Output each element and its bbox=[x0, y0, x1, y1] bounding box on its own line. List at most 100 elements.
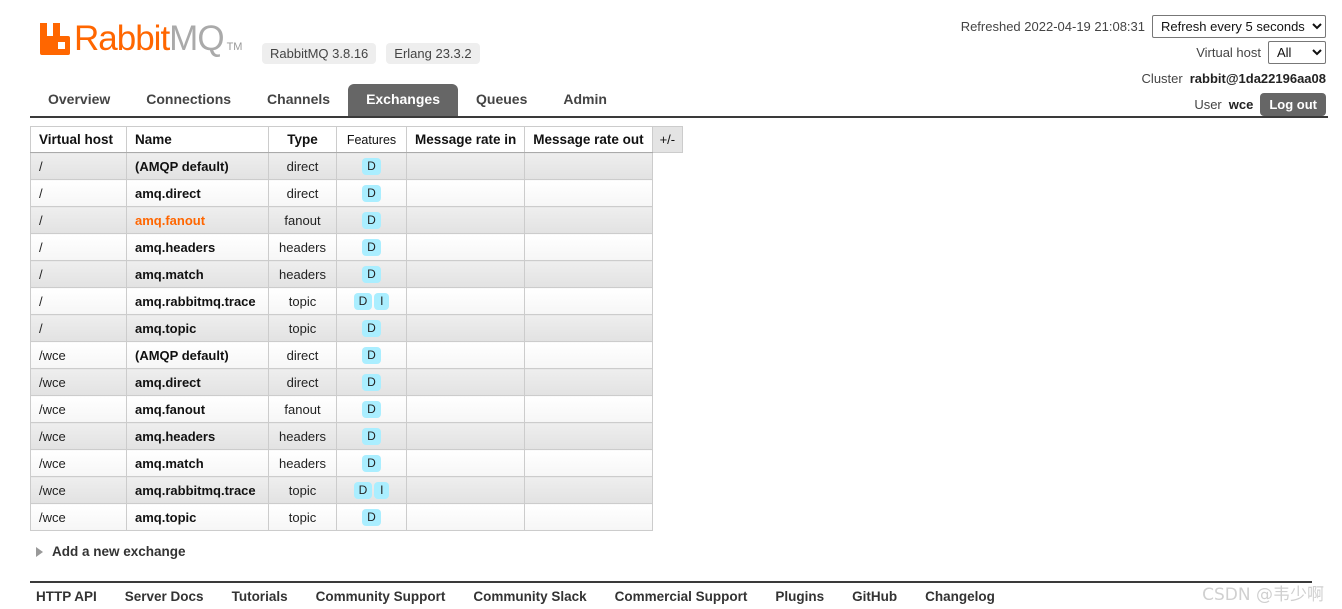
cell-type: headers bbox=[268, 233, 337, 261]
exchange-link[interactable]: (AMQP default) bbox=[135, 348, 229, 363]
cell-message-rate-in bbox=[405, 233, 526, 261]
cell-virtual-host: /wce bbox=[30, 395, 127, 423]
cell-virtual-host: /wce bbox=[30, 368, 127, 396]
table-row[interactable]: / amq.headers headers D bbox=[30, 233, 683, 261]
column-header-message-rate-out[interactable]: Message rate out bbox=[524, 126, 653, 153]
footer-divider bbox=[30, 581, 1312, 583]
footer-link-community-slack[interactable]: Community Slack bbox=[473, 589, 586, 604]
exchange-link[interactable]: amq.fanout bbox=[135, 402, 205, 417]
table-row[interactable]: /wce (AMQP default) direct D bbox=[30, 341, 683, 369]
refreshed-timestamp: Refreshed 2022-04-19 21:08:31 bbox=[960, 18, 1145, 34]
table-row[interactable]: /wce amq.headers headers D bbox=[30, 422, 683, 450]
cell-virtual-host: / bbox=[30, 179, 127, 207]
rabbitmq-management-page: RabbitMQ TM RabbitMQ 3.8.16 Erlang 23.3.… bbox=[0, 0, 1342, 609]
table-row[interactable]: /wce amq.fanout fanout D bbox=[30, 395, 683, 423]
cell-name: amq.topic bbox=[126, 314, 269, 342]
column-header-name[interactable]: Name bbox=[126, 126, 269, 153]
exchange-link[interactable]: (AMQP default) bbox=[135, 159, 229, 174]
table-row[interactable]: /wce amq.rabbitmq.trace topic D I bbox=[30, 476, 683, 504]
refresh-interval-select[interactable]: Refresh every 5 seconds bbox=[1152, 14, 1326, 38]
exchange-link[interactable]: amq.fanout bbox=[135, 213, 205, 228]
cell-type: fanout bbox=[268, 206, 337, 234]
footer-link-github[interactable]: GitHub bbox=[852, 589, 897, 604]
cell-type: fanout bbox=[268, 395, 337, 423]
rabbitmq-logo-icon bbox=[40, 23, 70, 55]
cell-type: topic bbox=[268, 287, 337, 315]
footer-link-changelog[interactable]: Changelog bbox=[925, 589, 995, 604]
tab-channels[interactable]: Channels bbox=[249, 84, 348, 116]
exchange-link[interactable]: amq.rabbitmq.trace bbox=[135, 483, 256, 498]
table-row[interactable]: / amq.rabbitmq.trace topic D I bbox=[30, 287, 683, 315]
cell-message-rate-out bbox=[524, 233, 653, 261]
feature-badge-d: D bbox=[362, 346, 381, 364]
cell-message-rate-in bbox=[405, 152, 526, 180]
cell-virtual-host: / bbox=[30, 314, 127, 342]
footer-link-commercial-support[interactable]: Commercial Support bbox=[615, 589, 748, 604]
cell-virtual-host: /wce bbox=[30, 503, 127, 531]
tab-exchanges[interactable]: Exchanges bbox=[348, 84, 458, 116]
nav-divider bbox=[30, 116, 1328, 118]
cell-virtual-host: / bbox=[30, 206, 127, 234]
table-row[interactable]: /wce amq.topic topic D bbox=[30, 503, 683, 531]
feature-badge-d: D bbox=[362, 373, 381, 391]
tab-queues[interactable]: Queues bbox=[458, 84, 545, 116]
badge-rabbitmq-version: RabbitMQ 3.8.16 bbox=[262, 43, 377, 64]
cell-features: D bbox=[336, 503, 407, 531]
virtual-host-select[interactable]: All bbox=[1268, 40, 1326, 64]
tab-admin[interactable]: Admin bbox=[545, 84, 625, 116]
cell-message-rate-in bbox=[405, 260, 526, 288]
exchange-link[interactable]: amq.direct bbox=[135, 375, 201, 390]
table-row[interactable]: / amq.fanout fanout D bbox=[30, 206, 683, 234]
table-row[interactable]: / (AMQP default) direct D bbox=[30, 152, 683, 180]
table-row[interactable]: /wce amq.match headers D bbox=[30, 449, 683, 477]
cell-type: direct bbox=[268, 179, 337, 207]
table-row[interactable]: / amq.topic topic D bbox=[30, 314, 683, 342]
trademark-mark: TM bbox=[226, 41, 243, 53]
column-header-features[interactable]: Features bbox=[336, 126, 407, 153]
cell-virtual-host: /wce bbox=[30, 449, 127, 477]
exchange-link[interactable]: amq.topic bbox=[135, 510, 196, 525]
cell-name: amq.direct bbox=[126, 368, 269, 396]
tab-connections[interactable]: Connections bbox=[128, 84, 249, 116]
feature-badge-i: I bbox=[374, 292, 390, 310]
table-header-row: Virtual host Name Type Features Message … bbox=[30, 126, 684, 153]
exchange-link[interactable]: amq.topic bbox=[135, 321, 196, 336]
badge-erlang-version: Erlang 23.3.2 bbox=[386, 43, 480, 64]
footer-link-plugins[interactable]: Plugins bbox=[775, 589, 824, 604]
version-badges: RabbitMQ 3.8.16 Erlang 23.3.2 bbox=[262, 43, 480, 64]
cell-message-rate-in bbox=[405, 449, 526, 477]
exchange-link[interactable]: amq.rabbitmq.trace bbox=[135, 294, 256, 309]
virtual-host-label: Virtual host bbox=[1196, 44, 1261, 60]
footer-link-http-api[interactable]: HTTP API bbox=[36, 589, 97, 604]
cell-features: D bbox=[336, 233, 407, 261]
table-row[interactable]: / amq.match headers D bbox=[30, 260, 683, 288]
cell-name: amq.rabbitmq.trace bbox=[126, 287, 269, 315]
column-header-type[interactable]: Type bbox=[268, 126, 337, 153]
cell-message-rate-out bbox=[524, 260, 653, 288]
exchange-link[interactable]: amq.match bbox=[135, 456, 204, 471]
exchange-link[interactable]: amq.headers bbox=[135, 240, 215, 255]
column-header-message-rate-in[interactable]: Message rate in bbox=[405, 126, 526, 153]
cell-name: amq.match bbox=[126, 449, 269, 477]
cell-message-rate-in bbox=[405, 206, 526, 234]
table-row[interactable]: / amq.direct direct D bbox=[30, 179, 683, 207]
cell-message-rate-in bbox=[405, 179, 526, 207]
feature-badge-d: D bbox=[353, 481, 373, 499]
add-exchange-section[interactable]: Add a new exchange bbox=[36, 544, 186, 559]
footer-link-community-support[interactable]: Community Support bbox=[316, 589, 446, 604]
column-toggle-button[interactable]: +/- bbox=[651, 126, 684, 153]
main-navigation: Overview Connections Channels Exchanges Queu… bbox=[0, 84, 1342, 118]
footer-link-tutorials[interactable]: Tutorials bbox=[232, 589, 288, 604]
exchange-link[interactable]: amq.headers bbox=[135, 429, 215, 444]
tab-overview[interactable]: Overview bbox=[30, 84, 128, 116]
cell-features: D bbox=[336, 368, 407, 396]
table-row[interactable]: /wce amq.direct direct D bbox=[30, 368, 683, 396]
exchange-link[interactable]: amq.match bbox=[135, 267, 204, 282]
column-header-virtual-host[interactable]: Virtual host bbox=[30, 126, 127, 153]
feature-badge-d: D bbox=[362, 211, 381, 229]
cell-virtual-host: /wce bbox=[30, 341, 127, 369]
cell-type: headers bbox=[268, 422, 337, 450]
exchange-link[interactable]: amq.direct bbox=[135, 186, 201, 201]
cell-features: D bbox=[336, 449, 407, 477]
footer-link-server-docs[interactable]: Server Docs bbox=[125, 589, 204, 604]
